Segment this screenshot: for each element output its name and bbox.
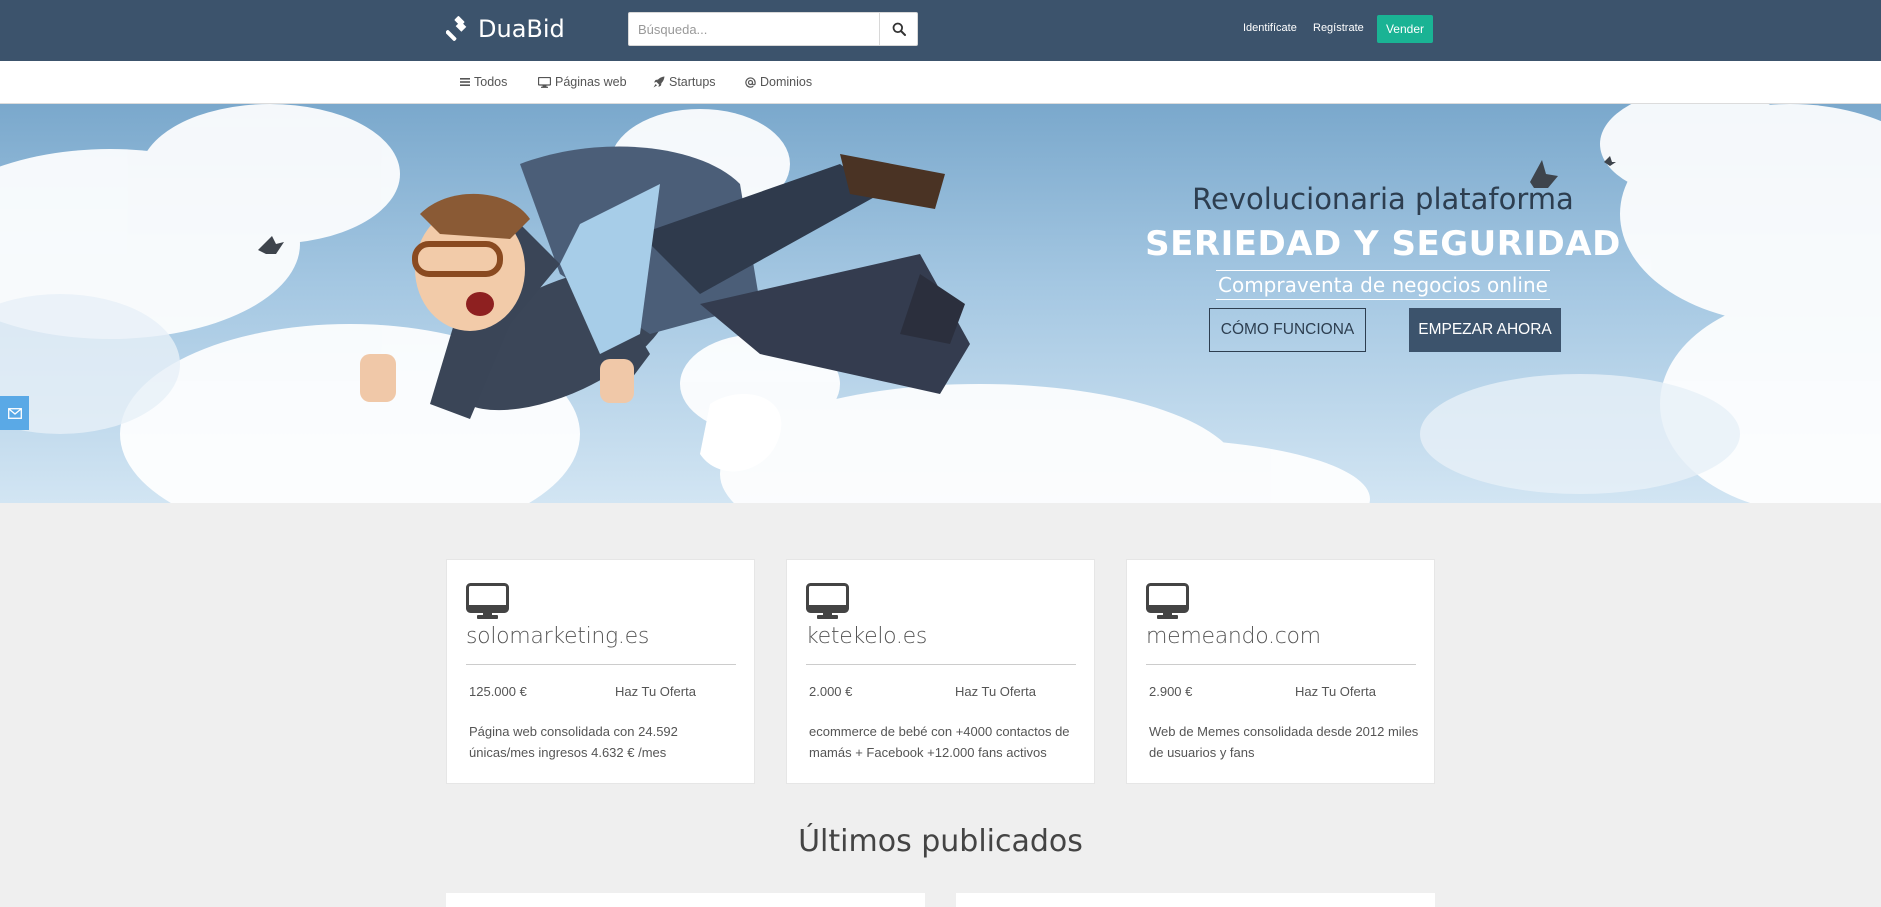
- latest-listing-card[interactable]: [956, 893, 1435, 907]
- search-icon: [892, 22, 906, 36]
- listing-name[interactable]: memeando.com: [1146, 624, 1321, 649]
- latest-section-title: Últimos publicados: [798, 824, 1083, 859]
- brand-name: DuaBid: [478, 15, 565, 43]
- desktop-icon: [538, 76, 551, 88]
- search-input[interactable]: [628, 12, 879, 46]
- hero-tagline: Compraventa de negocios online: [1216, 270, 1550, 300]
- listing-card[interactable]: ketekelo.es 2.000 € Haz Tu Oferta ecomme…: [786, 559, 1095, 784]
- login-link[interactable]: Identifícate: [1243, 22, 1297, 34]
- latest-listing-card[interactable]: [446, 893, 925, 907]
- make-offer-link[interactable]: Haz Tu Oferta: [955, 684, 1036, 699]
- divider: [806, 664, 1076, 665]
- envelope-icon: [7, 407, 22, 419]
- nav-item-dominios[interactable]: Dominios: [745, 74, 812, 90]
- hero-banner: Revolucionaria plataforma SERIEDAD Y SEG…: [0, 104, 1881, 503]
- listing-price: 125.000 €: [469, 684, 527, 699]
- listing-price: 2.000 €: [809, 684, 853, 699]
- monitor-icon: [1146, 583, 1189, 619]
- hero-subtitle: SERIEDAD Y SEGURIDAD: [1145, 224, 1621, 264]
- hero-illustration: [0, 104, 1881, 503]
- sell-button[interactable]: Vender: [1377, 15, 1433, 43]
- nav-item-todos[interactable]: Todos: [460, 74, 507, 90]
- listing-name[interactable]: ketekelo.es: [806, 624, 927, 649]
- listing-description: Web de Memes consolidada desde 2012 mile…: [1149, 724, 1419, 760]
- rocket-icon: [653, 76, 665, 88]
- register-link[interactable]: Regístrate: [1313, 22, 1364, 34]
- at-icon: [745, 76, 756, 88]
- nav-item-label: Páginas web: [555, 75, 627, 89]
- listing-name[interactable]: solomarketing.es: [466, 624, 649, 649]
- listing-price: 2.900 €: [1149, 684, 1193, 699]
- hero-tagline-wrap: Compraventa de negocios online: [1100, 270, 1666, 300]
- monitor-icon: [466, 583, 509, 619]
- listing-card[interactable]: solomarketing.es 125.000 € Haz Tu Oferta…: [446, 559, 755, 784]
- make-offer-link[interactable]: Haz Tu Oferta: [615, 684, 696, 699]
- top-header: DuaBid Identifícate Regístrate Vender: [0, 0, 1881, 61]
- search-form: [628, 12, 918, 46]
- make-offer-link[interactable]: Haz Tu Oferta: [1295, 684, 1376, 699]
- monitor-icon: [806, 583, 849, 619]
- listing-card[interactable]: memeando.com 2.900 € Haz Tu Oferta Web d…: [1126, 559, 1435, 784]
- listing-description: Página web consolidada con 24.592 únicas…: [469, 724, 678, 760]
- divider: [466, 664, 736, 665]
- search-button[interactable]: [879, 12, 918, 46]
- list-icon: [460, 78, 470, 86]
- brand-logo[interactable]: DuaBid: [446, 13, 565, 45]
- how-it-works-button[interactable]: CÓMO FUNCIONA: [1209, 308, 1366, 352]
- nav-item-label: Todos: [474, 75, 508, 89]
- gavel-icon: [446, 16, 467, 41]
- start-now-button[interactable]: EMPEZAR AHORA: [1409, 308, 1561, 352]
- nav-item-label: Dominios: [760, 75, 813, 89]
- nav-item-startups[interactable]: Startups: [653, 74, 716, 90]
- divider: [1146, 664, 1416, 665]
- listing-description: ecommerce de bebé con +4000 contactos de…: [809, 724, 1070, 760]
- category-nav: Todos Páginas web Startups Dominios: [0, 61, 1881, 104]
- hero-title: Revolucionaria plataforma: [1192, 182, 1574, 216]
- nav-item-label: Startups: [669, 75, 716, 89]
- contact-tab[interactable]: [0, 396, 29, 430]
- nav-item-paginas-web[interactable]: Páginas web: [538, 74, 627, 90]
